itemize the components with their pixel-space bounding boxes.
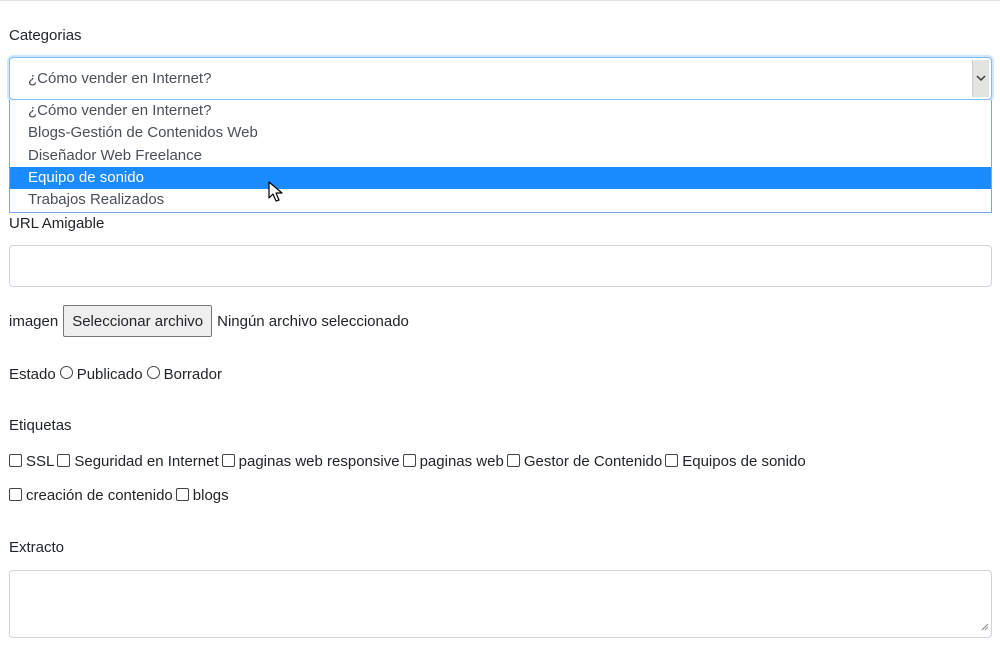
etiquetas-row-2: creación de contenido blogs [9,485,232,505]
radio-borrador-label: Borrador [163,365,222,383]
checkbox-creacion-contenido-label: creación de contenido [26,486,173,504]
imagen-file-row: imagen Seleccionar archivo Ningún archiv… [9,305,409,337]
checkbox-paginas-web-responsive[interactable] [221,453,235,467]
checkbox-blogs[interactable] [175,487,189,501]
dropdown-option-trabajos[interactable]: Trabajos Realizados [10,189,991,211]
dropdown-option-blogs[interactable]: Blogs-Gestión de Contenidos Web [10,122,991,144]
categorias-select[interactable]: ¿Cómo vender en Internet? [9,57,992,100]
radio-borrador[interactable] [146,365,160,379]
radio-publicado-label: Publicado [76,365,143,383]
checkbox-seguridad-internet[interactable] [57,453,71,467]
imagen-label: imagen [9,312,59,330]
file-status-text: Ningún archivo seleccionado [217,312,409,330]
dropdown-option-equipo-de-sonido[interactable]: Equipo de sonido [10,167,991,189]
checkbox-equipos-sonido[interactable] [665,453,679,467]
checkbox-gestor-contenido[interactable] [506,453,520,467]
chevron-down-icon[interactable] [972,60,989,97]
categorias-selected-value: ¿Cómo vender en Internet? [28,70,212,87]
resize-grip-icon[interactable] [980,618,989,635]
checkbox-seguridad-internet-label: Seguridad en Internet [74,452,219,470]
select-file-button[interactable]: Seleccionar archivo [63,305,213,337]
radio-publicado[interactable] [59,365,73,379]
dropdown-option-disenador[interactable]: Diseñador Web Freelance [10,145,991,167]
checkbox-gestor-contenido-label: Gestor de Contenido [523,452,663,470]
mouse-pointer-icon [268,181,284,207]
dropdown-option-como-vender[interactable]: ¿Cómo vender en Internet? [10,100,991,122]
etiquetas-label: Etiquetas [9,417,72,434]
checkbox-equipos-sonido-label: Equipos de sonido [682,452,806,470]
checkbox-blogs-label: blogs [192,486,229,504]
estado-row: Estado Publicado Borrador [9,364,222,384]
extracto-textarea[interactable] [9,570,992,638]
estado-label: Estado [9,365,56,383]
categorias-dropdown-list: ¿Cómo vender en Internet? Blogs-Gestión … [9,100,992,213]
checkbox-paginas-web-label: paginas web [419,452,504,470]
extracto-label: Extracto [9,539,65,556]
url-amigable-input[interactable] [9,245,992,287]
checkbox-creacion-contenido[interactable] [9,487,22,501]
checkbox-ssl[interactable] [9,453,22,467]
categorias-label: Categorias [9,27,82,44]
url-amigable-label: URL Amigable [9,215,105,232]
checkbox-paginas-web-responsive-label: paginas web responsive [238,452,400,470]
checkbox-paginas-web[interactable] [402,453,416,467]
top-divider [0,0,1000,1]
etiquetas-row-1: SSL Seguridad en Internet paginas web re… [9,451,809,471]
checkbox-ssl-label: SSL [26,452,55,470]
